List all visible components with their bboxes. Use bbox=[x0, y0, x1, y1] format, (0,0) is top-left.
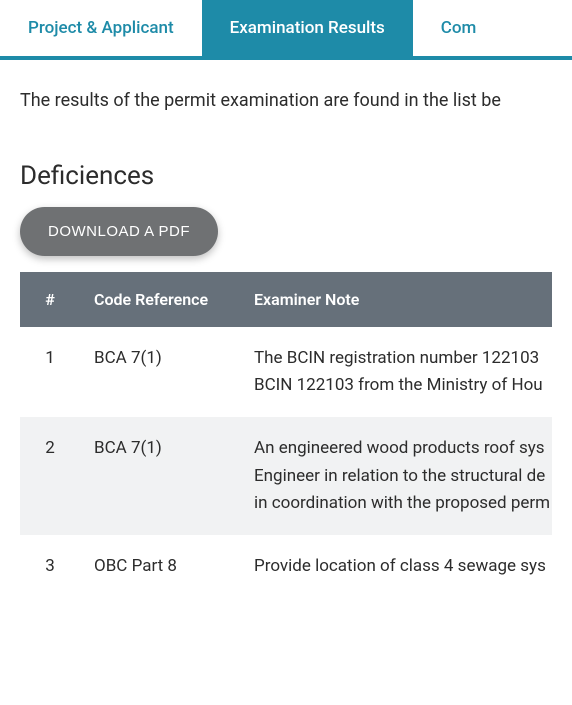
note-line: An engineered wood products roof sys bbox=[254, 435, 552, 462]
cell-num: 2 bbox=[20, 417, 80, 535]
note-line: Provide location of class 4 sewage sys bbox=[254, 553, 552, 580]
note-line: in coordination with the proposed perm bbox=[254, 490, 552, 517]
tab-bar: Project & Applicant Examination Results … bbox=[0, 0, 572, 60]
col-header-code: Code Reference bbox=[80, 272, 240, 327]
section-title-deficiencies: Deficiences bbox=[20, 161, 552, 191]
cell-code-reference: BCA 7(1) bbox=[80, 417, 240, 535]
deficiencies-table-wrap: # Code Reference Examiner Note 1BCA 7(1)… bbox=[20, 272, 552, 598]
note-line: The BCIN registration number 122103 bbox=[254, 345, 552, 372]
download-pdf-button[interactable]: DOWNLOAD A PDF bbox=[20, 207, 218, 256]
cell-code-reference: OBC Part 8 bbox=[80, 535, 240, 598]
col-header-num: # bbox=[20, 272, 80, 327]
tab-comments[interactable]: Com bbox=[413, 0, 505, 56]
note-line: Engineer in relation to the structural d… bbox=[254, 463, 552, 490]
table-row: 2BCA 7(1)An engineered wood products roo… bbox=[20, 417, 552, 535]
tab-project-applicant[interactable]: Project & Applicant bbox=[0, 0, 202, 56]
tab-examination-results[interactable]: Examination Results bbox=[202, 0, 413, 56]
cell-examiner-note: Provide location of class 4 sewage sys bbox=[240, 535, 552, 598]
tab-content: The results of the permit examination ar… bbox=[0, 60, 572, 598]
cell-num: 3 bbox=[20, 535, 80, 598]
col-header-note: Examiner Note bbox=[240, 272, 552, 327]
cell-num: 1 bbox=[20, 327, 80, 417]
cell-examiner-note: The BCIN registration number 122103BCIN … bbox=[240, 327, 552, 417]
table-header-row: # Code Reference Examiner Note bbox=[20, 272, 552, 327]
table-row: 3OBC Part 8 Provide location of class 4 s… bbox=[20, 535, 552, 598]
cell-examiner-note: An engineered wood products roof sysEngi… bbox=[240, 417, 552, 535]
intro-text: The results of the permit examination ar… bbox=[20, 90, 552, 111]
note-line: BCIN 122103 from the Ministry of Hou bbox=[254, 372, 552, 399]
table-row: 1BCA 7(1)The BCIN registration number 12… bbox=[20, 327, 552, 417]
deficiencies-table: # Code Reference Examiner Note 1BCA 7(1)… bbox=[20, 272, 552, 598]
cell-code-reference: BCA 7(1) bbox=[80, 327, 240, 417]
